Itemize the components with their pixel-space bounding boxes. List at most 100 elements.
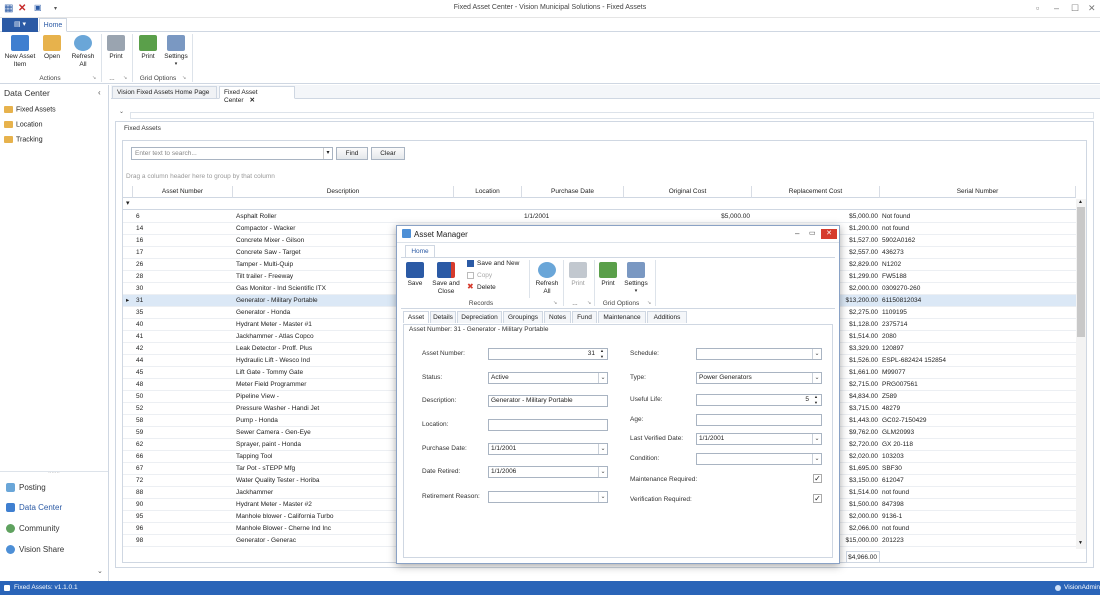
print-button[interactable]: Print (104, 35, 128, 61)
asset-number-field[interactable]: 31 (488, 348, 608, 360)
close-tab-icon[interactable]: ✕ (250, 97, 255, 104)
posting-icon (6, 483, 15, 493)
dialog-grid-print-button[interactable]: Print (597, 262, 619, 288)
table-cell: 120897 (882, 345, 904, 352)
refresh-all-button[interactable]: Refresh All (68, 35, 98, 68)
dialog-refresh-button[interactable]: Refresh All (533, 262, 561, 295)
asset-number-spin-icon[interactable]: ▲ ▼ (600, 348, 604, 360)
dialog-close-icon[interactable]: ✕ (821, 229, 837, 239)
type-select[interactable]: Power Generators ⌄ (696, 372, 822, 384)
group-actions-launcher-icon[interactable]: ↘ (92, 75, 96, 81)
age-field[interactable] (696, 414, 822, 426)
nav-overflow-icon[interactable]: ⌄ (97, 567, 103, 575)
dialog-tab-fund[interactable]: Fund (572, 311, 597, 323)
collapse-pane-icon[interactable]: ‹ (98, 88, 101, 97)
col-asset-number[interactable]: Asset Number (133, 186, 233, 198)
grid-print-button[interactable]: Print (136, 35, 160, 61)
dialog-save-new-button[interactable]: Save and New (467, 260, 519, 267)
restore-ribbon-icon[interactable]: ▫ (1036, 3, 1039, 13)
title-bar: ▦ ✕ ▣ ▾ Fixed Asset Center - Vision Muni… (0, 0, 1100, 18)
search-dropdown-icon[interactable]: ▾ (323, 148, 332, 159)
dialog-print-button[interactable]: Print (565, 262, 591, 288)
condition-select[interactable]: ⌄ (696, 453, 822, 465)
label-asset-number: Asset Number: (422, 350, 465, 357)
useful-life-spin-icon[interactable]: ▲ ▼ (814, 394, 818, 406)
maintenance-required-checkbox[interactable]: ✓ (813, 474, 822, 483)
table-cell: 26 (136, 261, 144, 268)
dialog-settings-button[interactable]: Settings ▾ (621, 262, 651, 295)
tab-fixed-asset-center[interactable]: Fixed Asset Center ✕ (219, 86, 295, 104)
dialog-maximize-icon[interactable]: ▭ (809, 229, 816, 237)
location-field[interactable] (488, 419, 608, 431)
scroll-up-icon[interactable]: ▲ (1078, 199, 1083, 205)
status-select[interactable]: Active ⌄ (488, 372, 608, 384)
col-purchase-date[interactable]: Purchase Date (522, 186, 624, 198)
vision-share-icon (6, 545, 15, 555)
table-row[interactable]: 6 Asphalt Roller 1/1/2001 $5,000.00 $5,000.0… (123, 211, 1076, 223)
date-retired-field[interactable]: 1/1/2006 ⌄ (488, 466, 608, 478)
table-cell: PRG007561 (882, 381, 918, 388)
col-serial-number[interactable]: Serial Number (880, 186, 1076, 198)
grid-options-launcher-icon[interactable]: ↘ (647, 300, 651, 306)
close-window-icon[interactable]: ✕ (1088, 3, 1096, 14)
dialog-copy-button[interactable]: Copy (467, 272, 492, 279)
grid-scrollbar-thumb[interactable] (1077, 207, 1085, 337)
maximize-icon[interactable]: ☐ (1071, 3, 1079, 14)
copy-icon (467, 272, 474, 279)
dialog-tab-details[interactable]: Details (430, 311, 456, 323)
chevron-down-icon: ⌄ (598, 492, 607, 502)
tree-item-fixed-assets[interactable]: Fixed Assets (4, 106, 56, 113)
new-asset-button[interactable]: New Asset Item (3, 35, 37, 68)
label-date-retired: Date Retired: (422, 468, 461, 475)
col-replacement-cost[interactable]: Replacement Cost (752, 186, 880, 198)
settings-button[interactable]: Settings ▾ (162, 35, 190, 68)
tree-item-tracking[interactable]: Tracking (4, 136, 43, 143)
dialog-tab-asset[interactable]: Asset (403, 311, 429, 323)
tab-home-page[interactable]: Vision Fixed Assets Home Page (112, 86, 217, 99)
retirement-reason-select[interactable]: ⌄ (488, 491, 608, 503)
tree-item-location[interactable]: Location (4, 121, 42, 128)
group-grid-options-launcher-icon[interactable]: ↘ (182, 75, 186, 81)
nav-community[interactable]: Community (6, 524, 59, 534)
nav-vision-share[interactable]: Vision Share (6, 545, 64, 555)
minimize-icon[interactable]: – (1054, 3, 1059, 13)
open-button[interactable]: Open (40, 35, 64, 61)
grid-scrollbar[interactable]: ▲ ▼ (1076, 199, 1086, 549)
col-description[interactable]: Description (233, 186, 454, 198)
useful-life-field[interactable]: 5 (696, 394, 822, 406)
last-verified-date-field[interactable]: 1/1/2001 ⌄ (696, 433, 822, 445)
tab-home[interactable]: Home (39, 18, 67, 32)
dialog-tab-notes[interactable]: Notes (544, 311, 571, 323)
table-cell: 28 (136, 273, 144, 280)
dialog-tab-additions[interactable]: Additions (647, 311, 687, 323)
schedule-select[interactable]: ⌄ (696, 348, 822, 360)
dialog-minimize-icon[interactable]: – (795, 229, 799, 238)
records-launcher-icon[interactable]: ↘ (553, 300, 557, 306)
file-tab[interactable]: ▤ ▾ (2, 18, 38, 32)
find-button[interactable]: Find (336, 147, 368, 160)
dialog-save-close-button[interactable]: Save and Close (431, 262, 461, 295)
dialog-delete-button[interactable]: ✖ Delete (467, 283, 496, 292)
nav-data-center[interactable]: Data Center (6, 503, 62, 513)
pane-splitter[interactable]: ······· (0, 471, 108, 476)
dialog-tab-depreciation[interactable]: Depreciation (457, 311, 502, 323)
description-field[interactable]: Generator - Military Portable (488, 395, 608, 407)
col-location[interactable]: Location (454, 186, 522, 198)
expand-filter-icon[interactable]: ⌄ (119, 108, 124, 115)
nav-posting[interactable]: Posting (6, 483, 46, 493)
dialog-tab-home[interactable]: Home (405, 245, 435, 257)
clear-button[interactable]: Clear (371, 147, 405, 160)
scroll-down-icon[interactable]: ▼ (1078, 540, 1083, 546)
purchase-date-field[interactable]: 1/1/2001 ⌄ (488, 443, 608, 455)
dialog-save-button[interactable]: Save (403, 262, 427, 288)
dialog-tab-maintenance[interactable]: Maintenance (598, 311, 646, 323)
filter-bar[interactable] (130, 112, 1094, 119)
col-original-cost[interactable]: Original Cost (624, 186, 752, 198)
dots-launcher-icon[interactable]: ↘ (587, 300, 591, 306)
settings-dropdown-icon: ▾ (174, 60, 178, 67)
search-input[interactable]: Enter text to search... (131, 147, 333, 160)
dialog-tab-groupings[interactable]: Groupings (503, 311, 543, 323)
group-dots-launcher-icon[interactable]: ↘ (123, 75, 127, 81)
verification-required-checkbox[interactable]: ✓ (813, 494, 822, 503)
filter-row[interactable]: ▾ (123, 198, 1076, 210)
